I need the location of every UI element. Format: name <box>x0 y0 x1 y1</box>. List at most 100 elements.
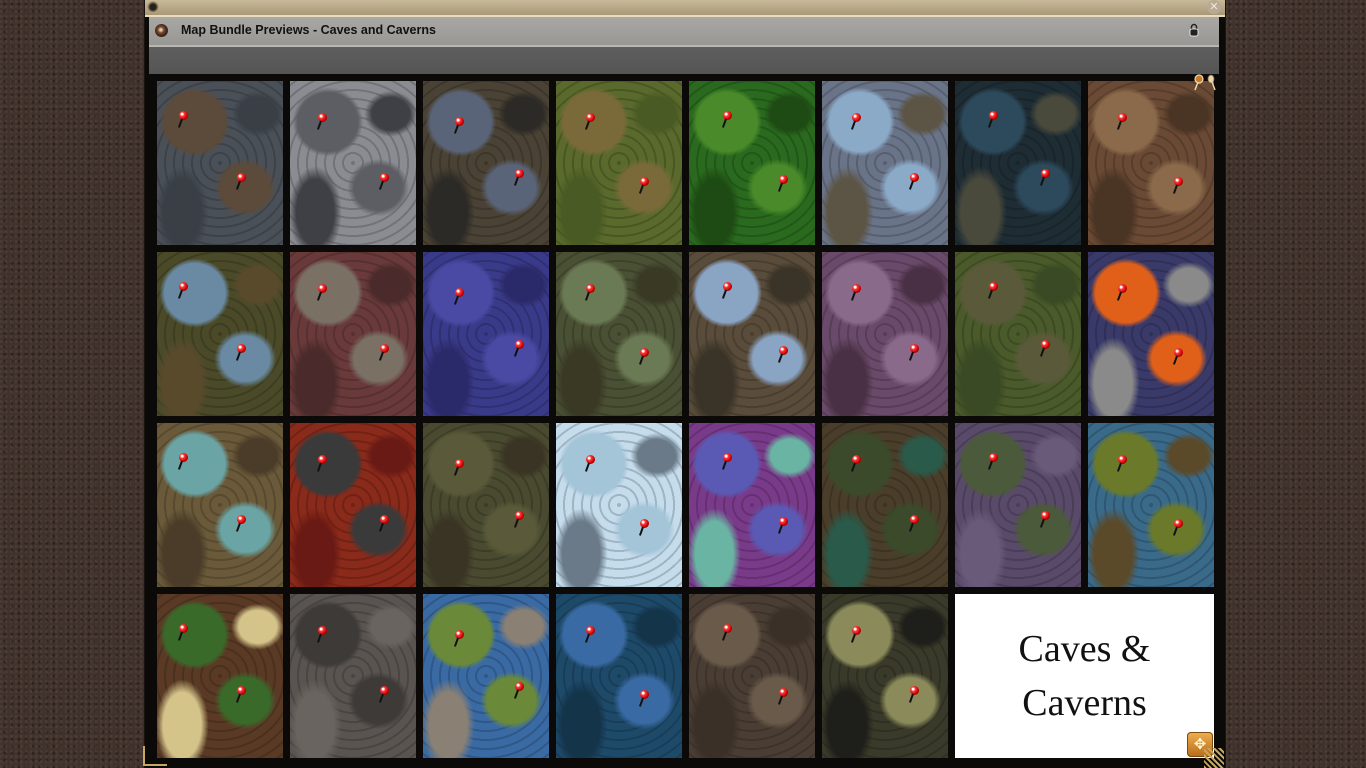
map-pin-icon[interactable] <box>316 284 328 302</box>
map-pin-icon[interactable] <box>987 453 999 471</box>
map-preview-tile[interactable] <box>689 594 815 758</box>
map-pin-icon[interactable] <box>316 113 328 131</box>
map-preview-tile[interactable] <box>822 81 948 245</box>
map-pin-icon[interactable] <box>908 344 920 362</box>
map-pin-icon[interactable] <box>584 455 596 473</box>
map-preview-tile[interactable] <box>290 252 416 416</box>
map-preview-tile[interactable] <box>955 423 1081 587</box>
map-pin-icon[interactable] <box>584 626 596 644</box>
map-pin-icon[interactable] <box>378 344 390 362</box>
window-title: Map Bundle Previews - Caves and Caverns <box>181 23 436 37</box>
map-pin-icon[interactable] <box>177 111 189 129</box>
map-thumbnail <box>423 594 549 758</box>
map-pin-icon[interactable] <box>1116 455 1128 473</box>
map-pin-icon[interactable] <box>777 175 789 193</box>
map-preview-tile[interactable] <box>157 252 283 416</box>
map-preview-tile[interactable] <box>1088 423 1214 587</box>
map-pin-icon[interactable] <box>1172 519 1184 537</box>
map-pin-icon[interactable] <box>513 340 525 358</box>
map-preview-tile[interactable] <box>689 423 815 587</box>
map-preview-tile[interactable] <box>955 252 1081 416</box>
map-pin-icon[interactable] <box>177 453 189 471</box>
map-pin-icon[interactable] <box>1116 113 1128 131</box>
map-pin-icon[interactable] <box>721 282 733 300</box>
map-preview-tile[interactable] <box>556 594 682 758</box>
map-pin-icon[interactable] <box>777 688 789 706</box>
map-pin-icon[interactable] <box>453 288 465 306</box>
map-pin-icon[interactable] <box>638 348 650 366</box>
map-preview-tile[interactable] <box>423 594 549 758</box>
map-preview-tile[interactable] <box>689 81 815 245</box>
map-pin-icon[interactable] <box>1172 348 1184 366</box>
map-preview-tile[interactable] <box>689 252 815 416</box>
map-pin-icon[interactable] <box>235 515 247 533</box>
map-thumbnail <box>157 423 283 587</box>
map-pin-icon[interactable] <box>638 177 650 195</box>
map-pin-icon[interactable] <box>513 682 525 700</box>
map-pin-icon[interactable] <box>987 111 999 129</box>
map-preview-tile[interactable] <box>1088 81 1214 245</box>
map-pin-icon[interactable] <box>177 282 189 300</box>
map-pin-icon[interactable] <box>850 284 862 302</box>
close-icon[interactable]: ✕ <box>1207 0 1221 14</box>
map-pin-icon[interactable] <box>1172 177 1184 195</box>
map-preview-tile[interactable] <box>290 423 416 587</box>
map-pin-icon[interactable] <box>513 511 525 529</box>
map-pin-icon[interactable] <box>638 690 650 708</box>
map-pin-icon[interactable] <box>453 117 465 135</box>
map-pin-icon[interactable] <box>850 455 862 473</box>
map-preview-tile[interactable] <box>822 423 948 587</box>
map-preview-tile[interactable] <box>556 81 682 245</box>
map-pin-icon[interactable] <box>908 515 920 533</box>
map-preview-tile[interactable] <box>423 252 549 416</box>
map-preview-tile[interactable] <box>157 81 283 245</box>
map-thumbnail <box>423 252 549 416</box>
map-pin-icon[interactable] <box>378 515 390 533</box>
map-pin-icon[interactable] <box>850 626 862 644</box>
map-pin-icon[interactable] <box>987 282 999 300</box>
map-pin-icon[interactable] <box>177 624 189 642</box>
title-bar[interactable]: Map Bundle Previews - Caves and Caverns <box>149 17 1219 47</box>
map-pin-icon[interactable] <box>721 111 733 129</box>
map-pin-icon[interactable] <box>777 517 789 535</box>
map-pin-icon[interactable] <box>721 453 733 471</box>
map-pin-icon[interactable] <box>378 686 390 704</box>
map-preview-tile[interactable] <box>556 252 682 416</box>
map-pin-icon[interactable] <box>584 113 596 131</box>
map-pin-icon[interactable] <box>453 630 465 648</box>
map-pin-icon[interactable] <box>721 624 733 642</box>
map-pin-icon[interactable] <box>453 459 465 477</box>
map-preview-tile[interactable] <box>556 423 682 587</box>
map-pin-icon[interactable] <box>777 346 789 364</box>
map-pin-icon[interactable] <box>235 686 247 704</box>
map-preview-tile[interactable] <box>1088 252 1214 416</box>
map-pin-icon[interactable] <box>316 455 328 473</box>
window-orb-icon[interactable] <box>155 24 168 37</box>
map-preview-tile[interactable] <box>955 81 1081 245</box>
map-pin-icon[interactable] <box>1116 284 1128 302</box>
map-pin-icon[interactable] <box>235 173 247 191</box>
map-preview-tile[interactable] <box>822 252 948 416</box>
map-pin-icon[interactable] <box>850 113 862 131</box>
pushpins-icon[interactable] <box>1190 74 1218 92</box>
map-pin-icon[interactable] <box>1039 511 1051 529</box>
map-pin-icon[interactable] <box>316 626 328 644</box>
map-pin-icon[interactable] <box>908 686 920 704</box>
resize-grip[interactable] <box>1204 748 1224 768</box>
map-pin-icon[interactable] <box>1039 340 1051 358</box>
map-preview-tile[interactable] <box>157 594 283 758</box>
map-pin-icon[interactable] <box>1039 169 1051 187</box>
map-preview-tile[interactable] <box>822 594 948 758</box>
map-preview-tile[interactable] <box>423 81 549 245</box>
map-preview-tile[interactable] <box>290 594 416 758</box>
map-preview-tile[interactable] <box>157 423 283 587</box>
map-pin-icon[interactable] <box>378 173 390 191</box>
map-pin-icon[interactable] <box>584 284 596 302</box>
map-preview-tile[interactable] <box>290 81 416 245</box>
map-preview-tile[interactable] <box>423 423 549 587</box>
map-pin-icon[interactable] <box>513 169 525 187</box>
padlock-icon[interactable] <box>1189 23 1199 37</box>
map-pin-icon[interactable] <box>235 344 247 362</box>
map-pin-icon[interactable] <box>908 173 920 191</box>
map-pin-icon[interactable] <box>638 519 650 537</box>
